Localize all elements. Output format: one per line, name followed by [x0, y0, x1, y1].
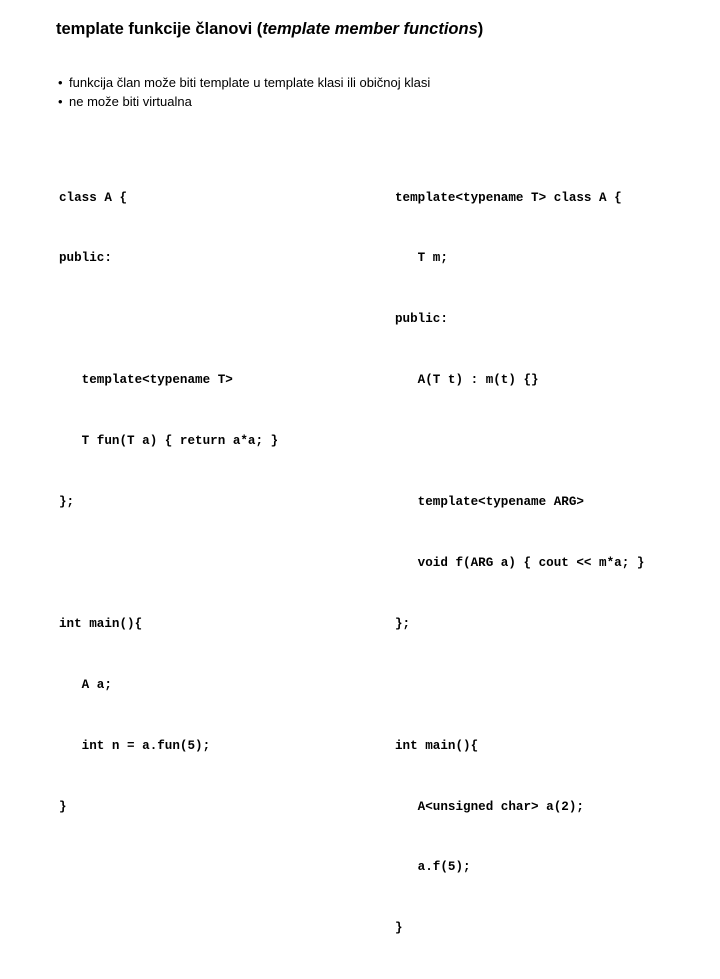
code-line: A(T t) : m(t) {}: [395, 373, 539, 388]
code-line: A a;: [59, 677, 112, 692]
page-title-italic-part: template member functions: [262, 20, 478, 38]
code-line: A<unsigned char> a(2);: [395, 799, 584, 814]
code-line: template<typename T> class A {: [395, 190, 622, 205]
code-line: int main(){: [395, 738, 479, 753]
code-line: };: [59, 495, 75, 510]
code-line: public:: [395, 312, 448, 327]
page-title-plain-prefix: template funkcije članovi (: [56, 20, 263, 38]
list-item: • ne može biti virtualna: [58, 92, 678, 111]
list-item-label: funkcija član može biti template u templ…: [69, 75, 431, 90]
code-line: class A {: [59, 190, 128, 205]
code-line: }: [395, 921, 403, 936]
slide-canvas: template funkcije članovi (template memb…: [0, 0, 720, 935]
left-code-block: class A { public: template<typename T> T…: [59, 147, 389, 857]
code-line: };: [395, 616, 411, 631]
page-title-plain-suffix: ): [477, 20, 484, 38]
bullet-marker-icon: •: [58, 94, 63, 109]
code-line: T m;: [395, 251, 448, 266]
bullet-list: • funkcija član može biti template u temp…: [58, 73, 678, 111]
right-code-block: template<typename T> class A { T m; publ…: [395, 147, 715, 979]
code-line: public:: [59, 251, 112, 266]
code-line: int main(){: [59, 616, 143, 631]
code-line: }: [59, 799, 67, 814]
code-line: template<typename T>: [59, 373, 233, 388]
code-line: int n = a.fun(5);: [59, 738, 211, 753]
code-line: T fun(T a) { return a*a; }: [59, 434, 279, 449]
page-title: template funkcije članovi (template memb…: [56, 19, 676, 40]
code-line: void f(ARG a) { cout << m*a; }: [395, 555, 645, 570]
code-line: a.f(5);: [395, 860, 471, 875]
code-line: template<typename ARG>: [395, 495, 584, 510]
list-item-label: ne može biti virtualna: [69, 94, 192, 109]
list-item: • funkcija član može biti template u temp…: [58, 73, 678, 92]
bullet-marker-icon: •: [58, 75, 63, 90]
